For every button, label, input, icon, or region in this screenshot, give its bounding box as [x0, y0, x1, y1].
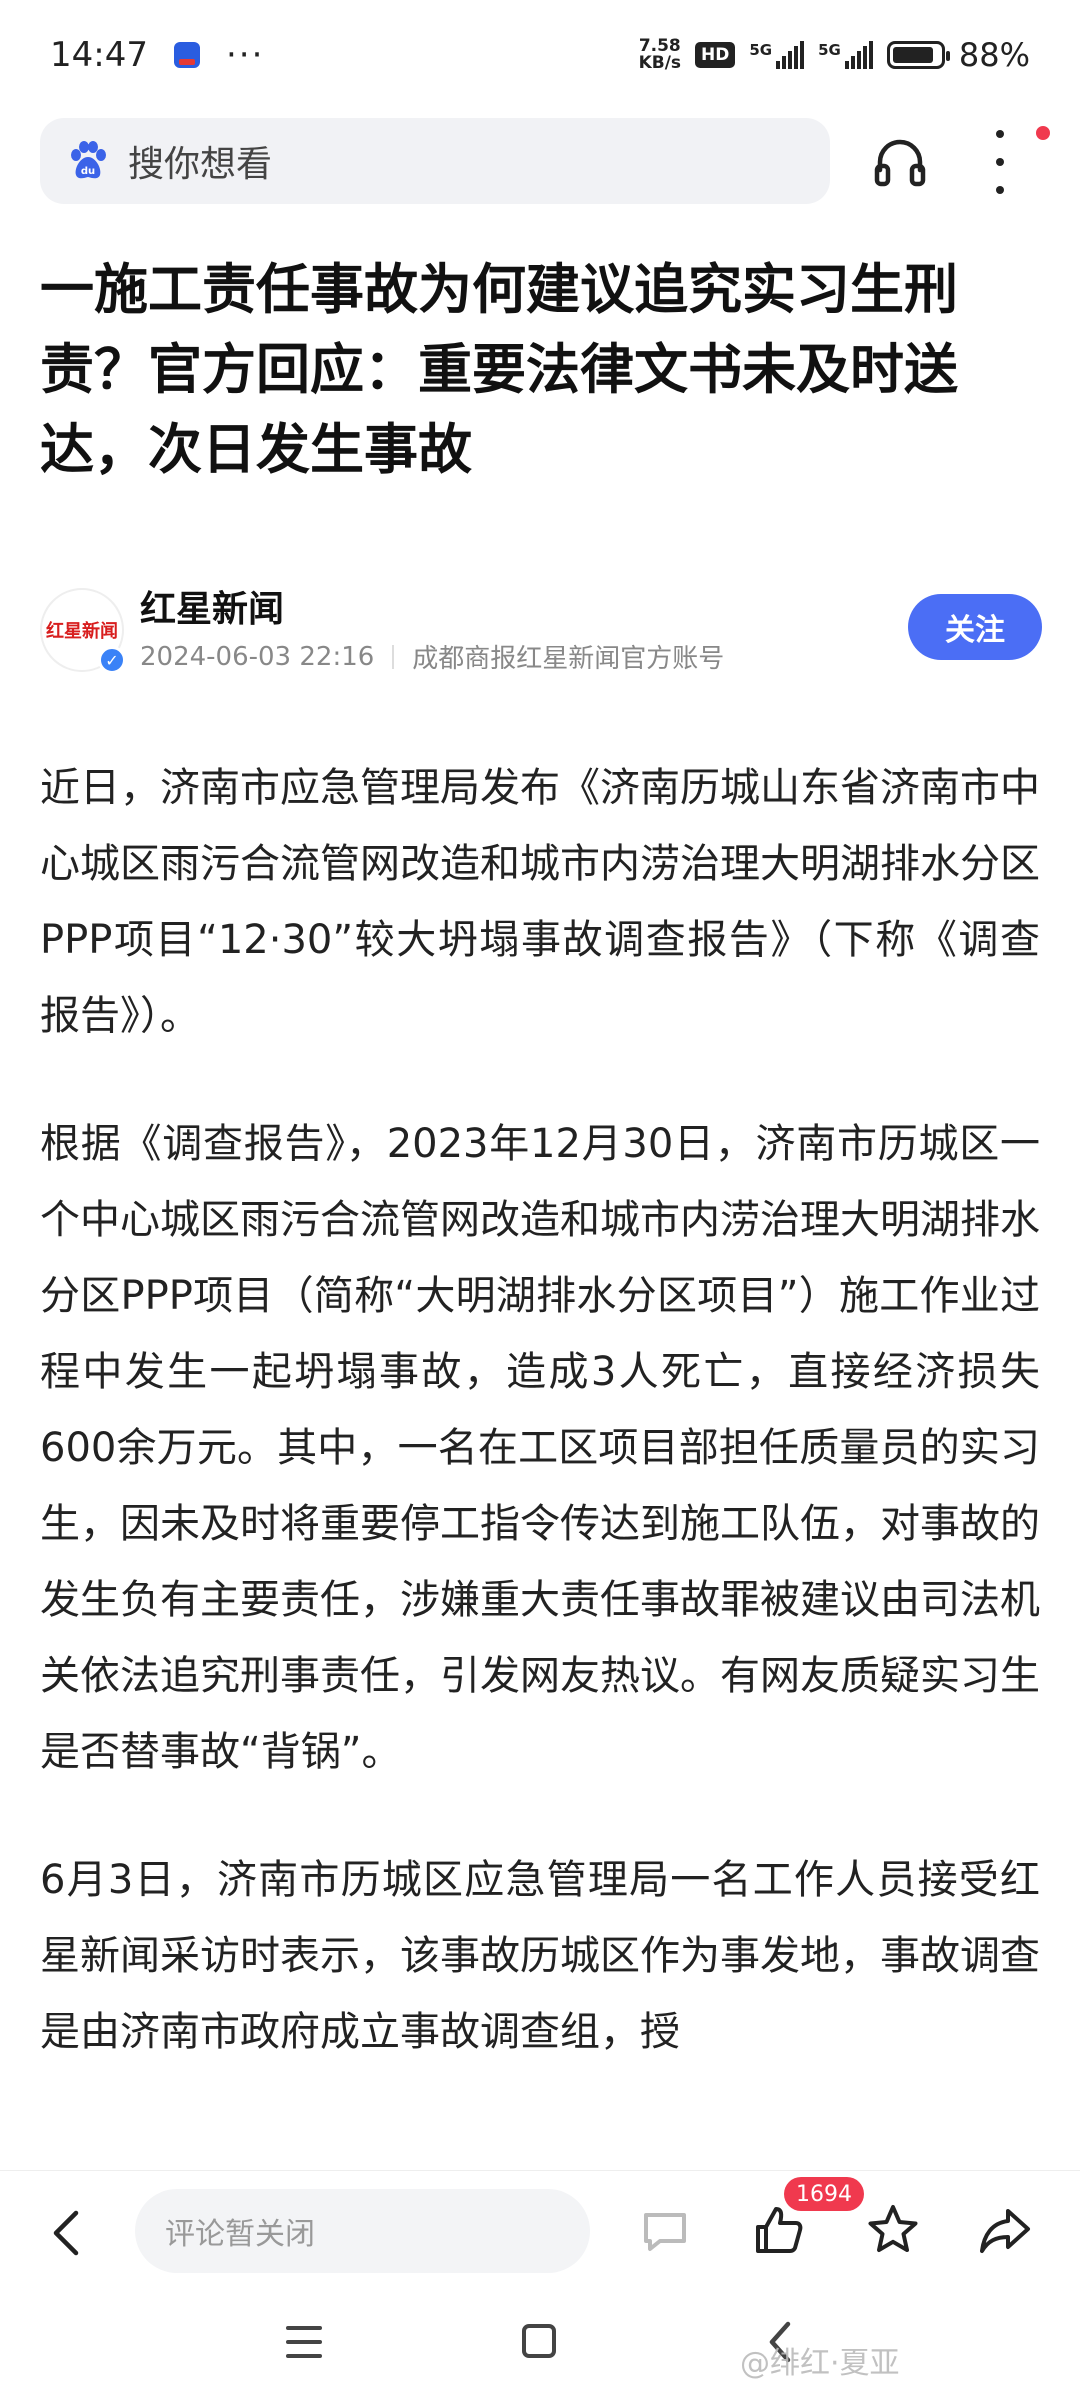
favorite-star-icon[interactable]	[866, 2203, 920, 2257]
comment-placeholder: 评论暂关闭	[165, 2217, 315, 2252]
status-time: 14:47	[50, 35, 148, 75]
article-paragraph: 近日，济南市应急管理局发布《济南历城山东省济南市中心城区雨污合流管网改造和城市内…	[40, 765, 1040, 1039]
article-paragraph: 根据《调查报告》，2023年12月30日，济南市历城区一个中心城区雨污合流管网改…	[40, 1121, 1040, 1775]
author-name[interactable]: 红星新闻	[140, 580, 284, 632]
status-bar: 14:47 ··· 7.58 KB/s HD 5G 5G 88%	[0, 0, 1080, 110]
signal-icon-2: 5G	[818, 41, 873, 69]
meta-divider	[392, 644, 395, 669]
hd-voice-icon: HD	[695, 42, 736, 68]
signal-icon-1: 5G	[749, 41, 805, 69]
battery-icon	[886, 41, 950, 69]
network-speed-unit: KB/s	[638, 53, 682, 73]
follow-button[interactable]: 关注	[908, 594, 1042, 660]
article-body: 近日，济南市应急管理局发布《济南历城山东省济南市中心城区雨污合流管网改造和城市内…	[40, 750, 1040, 2122]
article-title: 一施工责任事故为何建议追究实习生刑责？官方回应：重要法律文书未及时送达，次日发生…	[40, 258, 958, 481]
search-placeholder: 搜你想看	[128, 144, 273, 185]
signal-label-1: 5G	[749, 41, 773, 59]
status-left: 14:47 ···	[50, 35, 264, 75]
baidu-paw-icon: du	[71, 141, 106, 179]
notification-dot	[1036, 126, 1050, 140]
network-speed: 7.58 KB/s	[639, 38, 681, 72]
headphone-icon[interactable]	[870, 132, 930, 192]
battery-fill	[892, 47, 934, 63]
comment-icon[interactable]	[640, 2209, 690, 2255]
more-menu-icon[interactable]	[985, 130, 1015, 194]
author-meta: 2024-06-03 22:16 成都商报红星新闻官方账号	[140, 638, 724, 675]
article-paragraph: 6月3日，济南市历城区应急管理局一名工作人员接受红星新闻采访时表示，该事故历城区…	[40, 1857, 1040, 2055]
thumbs-up-icon[interactable]	[752, 2203, 804, 2257]
status-right: 7.58 KB/s HD 5G 5G 88%	[639, 36, 1030, 74]
svg-text:du: du	[81, 166, 95, 177]
publish-datetime: 2024-06-03 22:16	[140, 641, 375, 672]
app-notification-icon	[173, 42, 200, 68]
home-icon[interactable]	[522, 2324, 556, 2358]
bottom-action-bar: 评论暂关闭 1694	[0, 2170, 1080, 2291]
system-navigation-bar: @绯红·夏亚	[0, 2290, 1080, 2400]
more-notifications-icon: ···	[225, 35, 265, 75]
battery-percent: 88%	[958, 36, 1030, 74]
watermark: @绯红·夏亚	[740, 2346, 900, 2381]
avatar-logo-text: 红星新闻	[46, 621, 118, 642]
comment-input[interactable]: 评论暂关闭	[135, 2189, 590, 2273]
author-account-description: 成都商报红星新闻官方账号	[412, 644, 725, 674]
signal-label-2: 5G	[818, 41, 841, 59]
like-count-badge: 1694	[784, 2177, 864, 2211]
share-icon[interactable]	[978, 2205, 1032, 2255]
top-bar: du 搜你想看	[40, 118, 1050, 204]
verified-icon: ✓	[98, 646, 126, 674]
search-box[interactable]: du 搜你想看	[40, 118, 830, 204]
back-arrow-icon[interactable]	[46, 2209, 86, 2257]
author-row: 红星新闻 ✓ 红星新闻 2024-06-03 22:16 成都商报红星新闻官方账…	[40, 580, 1042, 690]
recent-apps-icon[interactable]	[286, 2326, 322, 2358]
